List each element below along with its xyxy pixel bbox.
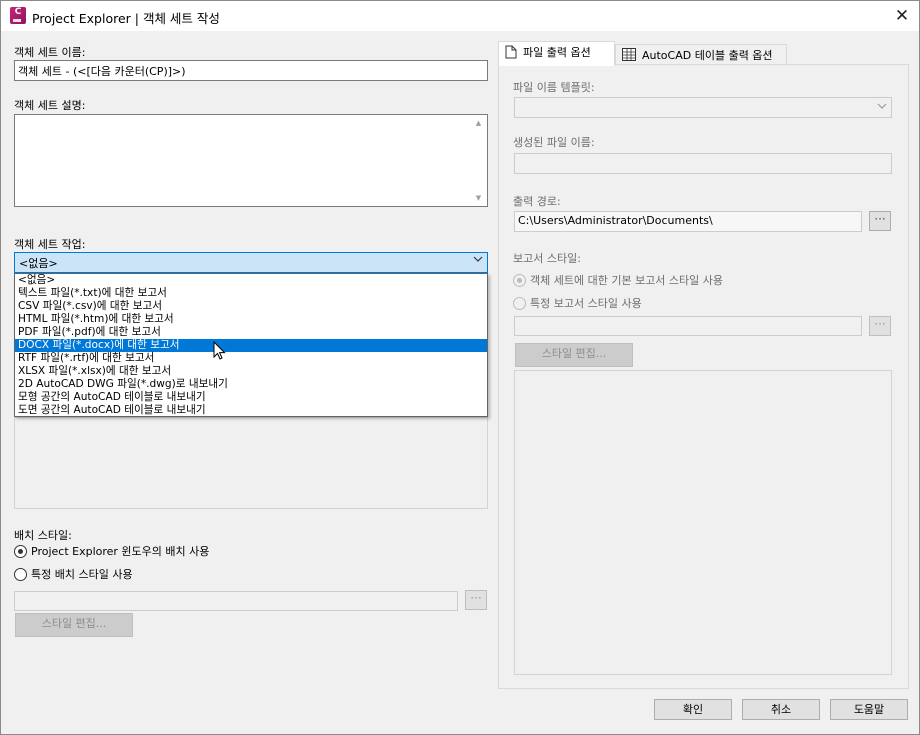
report-radio-specific[interactable]: 특정 보고서 스타일 사용 xyxy=(513,295,642,311)
help-button[interactable]: 도움말 xyxy=(830,699,908,720)
report-style-input[interactable] xyxy=(514,316,862,336)
layout-style-label: 배치 스타일: xyxy=(14,529,72,542)
report-style-preview xyxy=(514,370,892,675)
tab-autocad-table-label: AutoCAD 테이블 출력 옵션 xyxy=(642,49,773,62)
layout-radio-specific[interactable]: 특정 배치 스타일 사용 xyxy=(14,566,133,582)
filename-template-select[interactable] xyxy=(514,97,892,118)
action-dropdown-list: <없음> 텍스트 파일(*.txt)에 대한 보고서 CSV 파일(*.csv)… xyxy=(14,273,488,417)
radio-unchecked-icon[interactable] xyxy=(14,568,27,581)
layout-style-browse-button[interactable]: ··· xyxy=(465,590,487,610)
output-path-input[interactable]: C:\Users\Administrator\Documents\ xyxy=(514,211,862,232)
report-radio-default[interactable]: 객체 세트에 대한 기본 보고서 스타일 사용 xyxy=(513,272,723,288)
create-object-set-dialog: C Project Explorer | 객체 세트 작성 ✕ 객체 세트 이름… xyxy=(0,0,920,735)
dropdown-option[interactable]: XLSX 파일(*.xlsx)에 대한 보고서 xyxy=(15,365,487,378)
dropdown-option[interactable]: CSV 파일(*.csv)에 대한 보고서 xyxy=(15,300,487,313)
radio-checked-icon[interactable] xyxy=(513,274,526,287)
file-output-options-panel: 파일 이름 템플릿: 생성된 파일 이름: 출력 경로: C:\Users\Ad… xyxy=(498,64,909,689)
dropdown-option[interactable]: 2D AutoCAD DWG 파일(*.dwg)로 내보내기 xyxy=(15,378,487,391)
report-style-label: 보고서 스타일: xyxy=(513,252,581,265)
object-set-description-label: 객체 세트 설명: xyxy=(14,99,86,112)
dropdown-option[interactable]: 도면 공간의 AutoCAD 테이블로 내보내기 xyxy=(15,404,487,417)
layout-radio-explorer[interactable]: Project Explorer 윈도우의 배치 사용 xyxy=(14,543,209,559)
dropdown-option[interactable]: RTF 파일(*.rtf)에 대한 보고서 xyxy=(15,352,487,365)
layout-style-input[interactable] xyxy=(14,591,458,611)
dropdown-option[interactable]: 텍스트 파일(*.txt)에 대한 보고서 xyxy=(15,287,487,300)
title-bar: C Project Explorer | 객체 세트 작성 ✕ xyxy=(1,1,919,31)
scroll-up-icon[interactable]: ▲ xyxy=(471,116,486,130)
object-set-name-input[interactable]: 객체 세트 - (<[다음 카운터(CP)]>) xyxy=(14,60,488,81)
object-set-name-label: 객체 세트 이름: xyxy=(14,46,86,59)
generated-filename-input xyxy=(514,153,892,174)
object-set-action-label: 객체 세트 작업: xyxy=(14,238,86,251)
ok-button[interactable]: 확인 xyxy=(654,699,732,720)
window-title: Project Explorer | 객체 세트 작성 xyxy=(32,11,220,26)
dropdown-option-highlighted[interactable]: DOCX 파일(*.docx)에 대한 보고서 xyxy=(15,339,487,352)
report-style-browse-button[interactable]: ··· xyxy=(869,316,891,336)
layout-edit-style-button[interactable]: 스타일 편집... xyxy=(15,613,133,637)
table-icon xyxy=(622,48,636,61)
object-set-action-select[interactable]: <없음> xyxy=(14,252,488,273)
dropdown-option[interactable]: HTML 파일(*.htm)에 대한 보고서 xyxy=(15,313,487,326)
layout-radio-specific-label: 특정 배치 스타일 사용 xyxy=(31,568,133,581)
close-button[interactable]: ✕ xyxy=(885,1,919,31)
output-path-browse-button[interactable]: ··· xyxy=(869,211,891,231)
scroll-down-icon[interactable]: ▼ xyxy=(471,191,486,205)
chevron-down-icon[interactable] xyxy=(473,254,483,267)
report-edit-style-button[interactable]: 스타일 편집... xyxy=(515,343,633,367)
report-radio-specific-label: 특정 보고서 스타일 사용 xyxy=(530,297,642,310)
radio-checked-icon[interactable] xyxy=(14,545,27,558)
report-radio-default-label: 객체 세트에 대한 기본 보고서 스타일 사용 xyxy=(530,274,724,287)
object-set-description-input[interactable]: ▲ ▼ xyxy=(14,114,488,207)
template-chevron-down-icon[interactable] xyxy=(877,101,887,114)
output-path-label: 출력 경로: xyxy=(513,195,561,208)
tab-file-output-label: 파일 출력 옵션 xyxy=(523,46,591,59)
description-scrollbar[interactable]: ▲ ▼ xyxy=(471,116,486,205)
filename-template-label: 파일 이름 템플릿: xyxy=(513,81,595,94)
dropdown-option[interactable]: <없음> xyxy=(15,274,487,287)
radio-unchecked-icon[interactable] xyxy=(513,297,526,310)
layout-radio-explorer-label: Project Explorer 윈도우의 배치 사용 xyxy=(31,545,210,558)
generated-filename-label: 생성된 파일 이름: xyxy=(513,136,595,149)
tab-file-output-options[interactable]: 파일 출력 옵션 xyxy=(498,41,615,66)
mouse-cursor-icon xyxy=(213,341,226,360)
dropdown-option[interactable]: PDF 파일(*.pdf)에 대한 보고서 xyxy=(15,326,487,339)
action-options-panel xyxy=(14,417,488,509)
action-selected-value: <없음> xyxy=(19,257,58,270)
dropdown-option[interactable]: 모형 공간의 AutoCAD 테이블로 내보내기 xyxy=(15,391,487,404)
cancel-button[interactable]: 취소 xyxy=(742,699,820,720)
autocad-app-icon: C xyxy=(10,7,26,24)
document-icon xyxy=(505,45,517,59)
